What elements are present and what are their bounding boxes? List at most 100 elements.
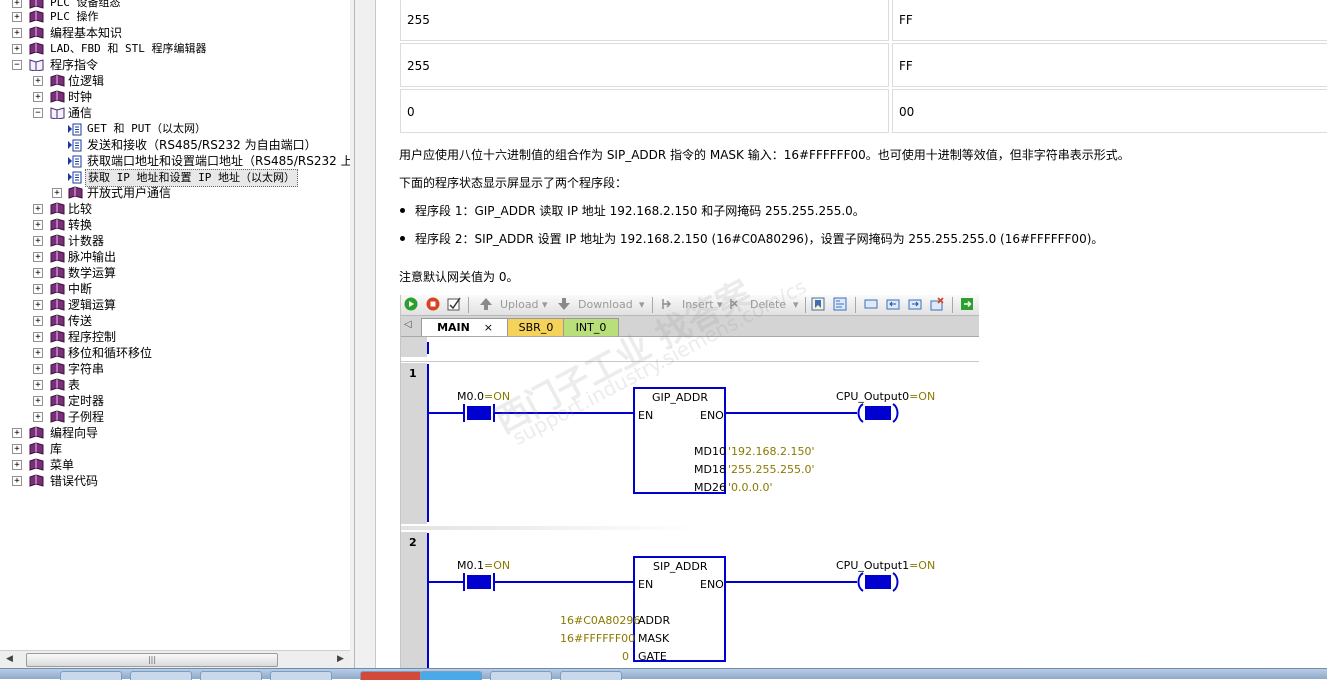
tree-item[interactable]: + 比较	[33, 201, 343, 217]
collapse-icon[interactable]: −	[33, 108, 43, 118]
paragraph: 注意默认网关值为 0。	[399, 270, 519, 284]
tree-item[interactable]: + 子例程	[33, 409, 343, 425]
tree-item[interactable]: + 中断	[33, 281, 343, 297]
tree-item[interactable]: + LAD、FBD 和 STL 程序编辑器	[12, 41, 342, 57]
pin-en: EN	[638, 409, 654, 422]
taskbar-button[interactable]	[60, 671, 122, 680]
stop-icon[interactable]	[426, 297, 440, 311]
scroll-left-icon[interactable]: ◀	[6, 654, 13, 664]
back-icon[interactable]	[886, 297, 900, 311]
tree-item[interactable]: + 脉冲输出	[33, 249, 343, 265]
expand-icon[interactable]: +	[33, 348, 43, 358]
taskbar-button[interactable]	[490, 671, 552, 680]
tree-item[interactable]: + 移位和循环移位	[33, 345, 343, 361]
bookmark-icon[interactable]	[811, 297, 825, 311]
expand-icon[interactable]: +	[33, 300, 43, 310]
tree-page-selected[interactable]: 获取 IP 地址和设置 IP 地址（以太网）	[68, 169, 350, 187]
ladder-diagram: 1 2 M0.0=ON GIP_ADDR EN ENO CPU_Output0=…	[401, 337, 979, 668]
tree-item[interactable]: + 计数器	[33, 233, 343, 249]
close-icon[interactable]: ×	[484, 321, 493, 334]
chevron-down-icon[interactable]: ▾	[639, 297, 645, 312]
expand-icon[interactable]: +	[12, 0, 22, 8]
tree-item-communication[interactable]: − 通信	[33, 105, 343, 121]
taskbar-button[interactable]	[200, 671, 262, 680]
tree-item[interactable]: + 定时器	[33, 393, 343, 409]
network-icon[interactable]	[833, 297, 847, 311]
tree-item[interactable]: + 编程基本知识	[12, 25, 342, 41]
expand-icon[interactable]: +	[12, 44, 22, 54]
tab-main[interactable]: MAIN ×	[421, 318, 509, 336]
bullet	[400, 236, 405, 241]
help-contents-tree[interactable]: + PLC 设备组态 + PLC 操作 + 编程基本知识 + LAD、FBD 和…	[0, 0, 351, 678]
output-pin: MD18	[694, 463, 726, 476]
tree-page[interactable]: GET 和 PUT（以太网）	[68, 121, 350, 137]
output-value: '192.168.2.150'	[728, 445, 815, 458]
expand-icon[interactable]: +	[33, 76, 43, 86]
tree-item[interactable]: + 编程向导	[12, 425, 342, 441]
scrollbar-thumb[interactable]: |||	[26, 653, 278, 667]
upload-button[interactable]: Upload	[500, 297, 539, 312]
taskbar-button[interactable]	[360, 671, 422, 680]
collapse-icon[interactable]: −	[12, 60, 22, 70]
expand-icon[interactable]: +	[33, 332, 43, 342]
tree-item[interactable]: + 菜单	[12, 457, 342, 473]
expand-icon[interactable]: +	[33, 412, 43, 422]
forward-icon[interactable]	[908, 297, 922, 311]
expand-icon[interactable]: +	[33, 268, 43, 278]
tree-item[interactable]: + 程序控制	[33, 329, 343, 345]
window-icon[interactable]	[864, 297, 878, 311]
upload-icon[interactable]	[479, 297, 493, 311]
taskbar-button[interactable]	[270, 671, 332, 680]
horizontal-scrollbar[interactable]: ◀ ||| ▶	[0, 650, 350, 669]
expand-icon[interactable]: +	[33, 284, 43, 294]
tab-scroll-left-icon[interactable]: ◁	[404, 319, 412, 330]
expand-icon[interactable]: +	[33, 236, 43, 246]
run-icon[interactable]	[404, 297, 418, 311]
tree-item[interactable]: + 传送	[33, 313, 343, 329]
expand-icon[interactable]: +	[33, 364, 43, 374]
expand-icon[interactable]: +	[33, 396, 43, 406]
expand-icon[interactable]: +	[12, 460, 22, 470]
download-icon[interactable]	[557, 297, 571, 311]
expand-icon[interactable]: +	[52, 188, 62, 198]
expand-icon[interactable]: +	[33, 92, 43, 102]
tree-item[interactable]: + 库	[12, 441, 342, 457]
tree-item[interactable]: + 错误代码	[12, 473, 342, 489]
expand-icon[interactable]: +	[12, 12, 22, 22]
expand-icon[interactable]: +	[33, 220, 43, 230]
tree-item[interactable]: + 位逻辑	[33, 73, 343, 89]
expand-icon[interactable]: +	[12, 28, 22, 38]
tree-item[interactable]: + 逻辑运算	[33, 297, 343, 313]
tree-item-program-instructions[interactable]: − 程序指令	[12, 57, 342, 73]
tree-page[interactable]: 获取端口地址和设置端口地址（RS485/RS232 上的	[68, 153, 350, 169]
expand-icon[interactable]: +	[33, 204, 43, 214]
compile-icon[interactable]	[447, 297, 461, 311]
clear-icon[interactable]	[930, 297, 944, 311]
expand-icon[interactable]: +	[12, 476, 22, 486]
taskbar-button[interactable]	[130, 671, 192, 680]
tree-item[interactable]: + 表	[33, 377, 343, 393]
taskbar-button[interactable]	[420, 671, 482, 680]
chevron-down-icon[interactable]: ▾	[542, 297, 548, 312]
tree-item[interactable]: + 数学运算	[33, 265, 343, 281]
download-button[interactable]: Download	[578, 297, 633, 312]
table-cell: 255	[400, 43, 889, 87]
tree-page[interactable]: 发送和接收（RS485/RS232 为自由端口）	[68, 137, 350, 153]
book-icon	[68, 186, 83, 199]
expand-icon[interactable]: +	[33, 316, 43, 326]
tree-item[interactable]: + 开放式用户通信	[52, 185, 350, 201]
taskbar-button[interactable]	[560, 671, 622, 680]
scroll-right-icon[interactable]: ▶	[337, 654, 344, 664]
expand-icon[interactable]: +	[33, 380, 43, 390]
tree-item[interactable]: + 时钟	[33, 89, 343, 105]
exit-icon[interactable]	[960, 297, 974, 311]
expand-icon[interactable]: +	[12, 444, 22, 454]
tree-item[interactable]: + 字符串	[33, 361, 343, 377]
expand-icon[interactable]: +	[12, 428, 22, 438]
expand-icon[interactable]: +	[33, 252, 43, 262]
tree-item[interactable]: + 转换	[33, 217, 343, 233]
tab-sbr0[interactable]: SBR_0	[507, 318, 565, 336]
tree-item[interactable]: + PLC 操作	[12, 9, 342, 25]
pane-splitter[interactable]	[350, 0, 376, 668]
book-icon	[50, 330, 65, 343]
